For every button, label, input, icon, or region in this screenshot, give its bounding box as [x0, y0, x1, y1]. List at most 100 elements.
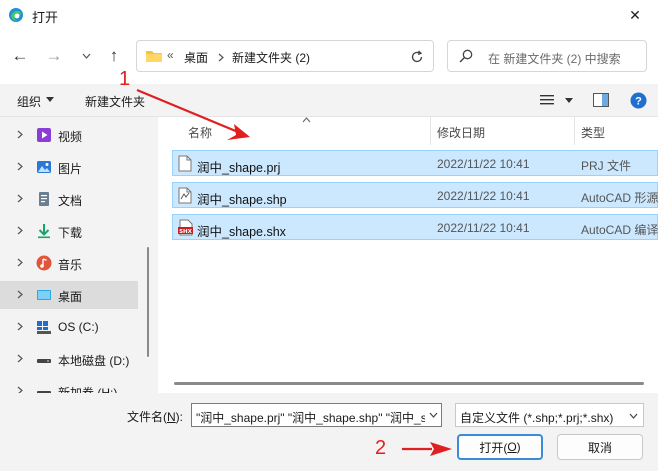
- sidebar-item-label: 图片: [58, 162, 83, 176]
- file-name: 润中_shape.shx: [197, 225, 286, 239]
- svg-text:?: ?: [635, 96, 642, 108]
- annotation-step-2: 2: [375, 437, 387, 459]
- sidebar-scrollbar[interactable]: [147, 247, 149, 357]
- column-header-name[interactable]: 名称: [172, 117, 422, 145]
- sidebar-item-label: 新加卷 (H:): [58, 386, 118, 393]
- file-name: 润中_shape.prj: [197, 161, 281, 175]
- back-button[interactable]: ←: [8, 44, 32, 68]
- edge-app-icon: [9, 8, 23, 22]
- filename-value: "润中_shape.prj" "润中_shape.shp" "润中_shape.…: [196, 411, 441, 425]
- sidebar-item-music[interactable]: 音乐: [0, 249, 138, 277]
- sidebar-item-os-c[interactable]: OS (C:): [0, 313, 138, 341]
- breadcrumb-new-folder-2[interactable]: 新建文件夹 (2): [232, 49, 310, 66]
- command-bar: 组织 新建文件夹 ?: [0, 84, 658, 117]
- open-button[interactable]: 打开(O): [457, 434, 543, 460]
- chevron-right-icon[interactable]: [17, 322, 23, 331]
- chevron-right-icon[interactable]: [17, 226, 23, 235]
- search-box[interactable]: 在 新建文件夹 (2) 中搜索: [447, 40, 647, 72]
- sidebar-item-label: 文档: [58, 194, 83, 208]
- view-list-icon[interactable]: [540, 94, 554, 106]
- breadcrumb-desktop[interactable]: 桌面: [184, 49, 208, 66]
- filename-input[interactable]: "润中_shape.prj" "润中_shape.shp" "润中_shape.…: [191, 403, 442, 427]
- shx-file-icon: SHX: [178, 219, 193, 236]
- chevron-right-icon: [218, 53, 224, 62]
- drive-icon: [37, 391, 51, 393]
- refresh-icon: [411, 50, 423, 63]
- chevron-down-icon: [629, 413, 638, 419]
- chevron-right-icon[interactable]: [17, 386, 23, 393]
- sidebar-item-pictures[interactable]: 图片: [0, 153, 138, 181]
- help-icon[interactable]: ?: [630, 92, 647, 109]
- file-type: AutoCAD 编译: [581, 223, 658, 237]
- chevron-down-icon: [82, 53, 90, 59]
- drive-icon: [37, 359, 51, 363]
- search-icon: [459, 49, 473, 63]
- sidebar-item-label: 下载: [58, 226, 83, 240]
- sidebar-item-downloads[interactable]: 下载: [0, 217, 138, 245]
- recent-locations-button[interactable]: [74, 44, 98, 68]
- file-type: AutoCAD 形源: [581, 191, 658, 205]
- shp-file-icon: [178, 187, 192, 204]
- file-type: PRJ 文件: [581, 159, 632, 173]
- windows-drive-icon: [37, 321, 51, 334]
- filename-label: 文件名(N):: [127, 410, 184, 424]
- file-type-value: 自定义文件 (*.shp;*.prj;*.shx): [460, 411, 614, 425]
- caret-down-icon[interactable]: [565, 98, 573, 103]
- up-button[interactable]: ↑: [102, 44, 126, 68]
- file-row[interactable]: SHX 润中_shape.shx 2022/11/22 10:41 AutoCA…: [172, 214, 658, 240]
- caret-down-icon: [46, 97, 54, 102]
- file-type-select[interactable]: 自定义文件 (*.shp;*.prj;*.shx): [455, 403, 644, 427]
- column-name-label: 名称: [188, 126, 213, 140]
- address-bar[interactable]: « 桌面 新建文件夹 (2): [136, 40, 434, 72]
- title-bar: 打开 ✕: [0, 0, 658, 30]
- chevron-right-icon[interactable]: [17, 130, 23, 139]
- sidebar-item-label: 视频: [58, 130, 83, 144]
- sort-ascending-icon: [302, 117, 311, 123]
- close-button[interactable]: ✕: [612, 0, 658, 30]
- chevron-right-icon[interactable]: [17, 194, 23, 203]
- svg-text:SHX: SHX: [179, 229, 193, 235]
- pictures-icon: [37, 161, 51, 173]
- column-modified-label: 修改日期: [437, 126, 486, 140]
- forward-button[interactable]: →: [42, 44, 66, 68]
- text-file-icon: [178, 155, 192, 172]
- chevron-right-icon[interactable]: [17, 258, 23, 267]
- navigation-bar: ← → ↑ « 桌面 新建文件夹 (2) 在 新建文件夹 (2) 中搜索: [0, 30, 658, 84]
- sidebar-item-label: 本地磁盘 (D:): [58, 354, 130, 368]
- sidebar-item-local-disk-d[interactable]: 本地磁盘 (D:): [0, 345, 138, 373]
- chevron-right-icon[interactable]: [17, 354, 23, 363]
- organize-menu[interactable]: 组织: [17, 93, 41, 110]
- music-icon: [36, 255, 52, 271]
- sidebar-item-desktop[interactable]: 桌面: [0, 281, 138, 309]
- file-row[interactable]: 润中_shape.prj 2022/11/22 10:41 PRJ 文件: [172, 150, 658, 176]
- cancel-button[interactable]: 取消: [557, 434, 643, 460]
- annotation-step-1: 1: [119, 68, 131, 90]
- folder-icon: [146, 51, 162, 62]
- column-header-type[interactable]: 类型: [575, 117, 658, 145]
- file-modified: 2022/11/22 10:41: [437, 189, 530, 203]
- filename-dropdown-button[interactable]: [425, 404, 441, 426]
- chevron-right-icon[interactable]: [17, 290, 23, 299]
- preview-pane-icon[interactable]: [593, 93, 609, 107]
- sidebar-item-label: 音乐: [58, 258, 83, 272]
- navigation-pane: 视频 图片 文档 下载 音乐 桌面 OS (C:) 本地磁盘 (D:) 新加卷: [0, 117, 155, 393]
- file-list: 名称 修改日期 类型 润中_shape.prj 2022/11/22 10:41…: [158, 117, 658, 393]
- sidebar-item-new-volume-h[interactable]: 新加卷 (H:): [0, 377, 138, 393]
- forward-arrow-icon: →: [45, 46, 63, 65]
- up-arrow-icon: ↑: [109, 46, 119, 65]
- chevron-right-icon[interactable]: [17, 162, 23, 171]
- file-row[interactable]: 润中_shape.shp 2022/11/22 10:41 AutoCAD 形源: [172, 182, 658, 208]
- downloads-icon: [38, 224, 50, 239]
- file-modified: 2022/11/22 10:41: [437, 221, 530, 235]
- sidebar-item-label: OS (C:): [58, 320, 99, 334]
- overflow-chevrons[interactable]: «: [167, 48, 174, 62]
- back-arrow-icon: ←: [11, 46, 29, 65]
- column-header-modified[interactable]: 修改日期: [431, 117, 574, 145]
- search-placeholder[interactable]: 在 新建文件夹 (2) 中搜索: [488, 50, 621, 67]
- sidebar-item-documents[interactable]: 文档: [0, 185, 138, 213]
- new-folder-button[interactable]: 新建文件夹: [85, 93, 145, 110]
- refresh-button[interactable]: [407, 47, 427, 67]
- horizontal-scrollbar[interactable]: [174, 382, 644, 385]
- sidebar-item-videos[interactable]: 视频: [0, 121, 138, 149]
- sidebar-item-label: 桌面: [58, 290, 83, 304]
